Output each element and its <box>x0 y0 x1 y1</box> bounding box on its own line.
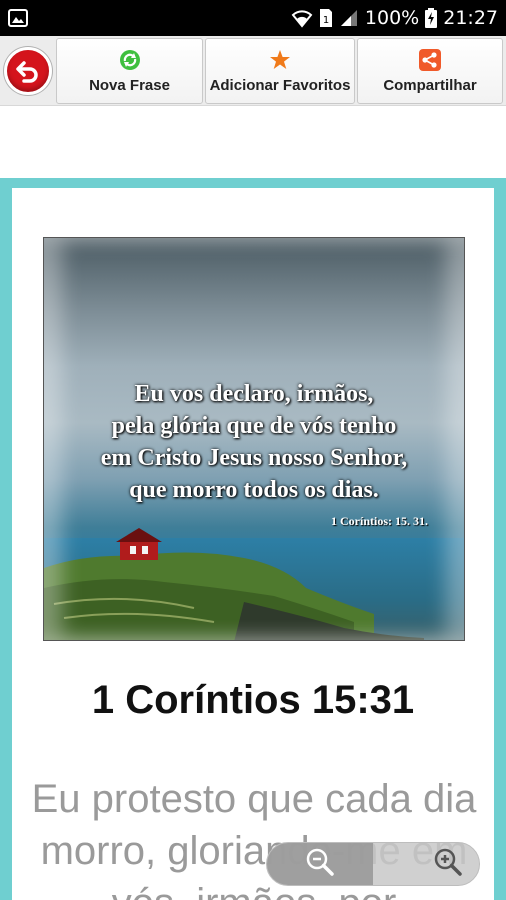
back-button[interactable] <box>3 39 53 103</box>
sim-icon: 1 <box>319 8 333 28</box>
image-line: em Cristo Jesus nosso Senhor, <box>100 445 408 471</box>
image-icon <box>8 8 28 28</box>
zoom-control <box>266 842 480 886</box>
add-favorites-button[interactable]: Adicionar Favoritos <box>205 38 355 104</box>
svg-text:1: 1 <box>323 15 329 26</box>
image-line: que morro todos os dias. <box>129 477 379 503</box>
share-icon <box>419 48 441 71</box>
new-phrase-button[interactable]: Nova Frase <box>56 38 203 104</box>
toolbar: Nova Frase Adicionar Favoritos Compartil… <box>0 36 506 106</box>
zoom-in-button[interactable] <box>373 843 479 885</box>
status-indicators: 1 100% 21:27 <box>291 0 498 36</box>
back-arrow-icon <box>4 47 52 95</box>
clock: 21:27 <box>443 7 498 29</box>
share-button[interactable]: Compartilhar <box>357 38 503 104</box>
zoom-out-button[interactable] <box>267 843 373 885</box>
image-reference: 1 Coríntios: 15. 31. <box>331 514 428 528</box>
signal-icon <box>339 8 359 28</box>
zoom-in-icon <box>433 847 463 882</box>
refresh-icon <box>119 49 141 71</box>
wifi-icon <box>291 8 313 28</box>
verse-title: 1 Coríntios 15:31 <box>91 678 415 722</box>
star-icon <box>269 49 291 71</box>
new-phrase-label: Nova Frase <box>89 76 170 94</box>
image-line: pela glória que de vós tenho <box>111 413 397 439</box>
content-frame: Eu vos declaro, irmãos, pela glória que … <box>0 178 506 900</box>
battery-percent: 100% <box>364 7 420 29</box>
image-line: Eu vos declaro, irmãos, <box>134 381 374 407</box>
image-verse-text: Eu vos declaro, irmãos, pela glória que … <box>44 378 464 506</box>
status-bar: 1 100% 21:27 <box>0 0 506 36</box>
verse-image: Eu vos declaro, irmãos, pela glória que … <box>43 237 465 641</box>
add-favorites-label: Adicionar Favoritos <box>209 76 351 94</box>
zoom-out-icon <box>305 847 335 882</box>
verse-card[interactable]: Eu vos declaro, irmãos, pela glória que … <box>12 188 494 900</box>
share-label: Compartilhar <box>383 76 477 94</box>
battery-charging-icon <box>425 8 438 28</box>
